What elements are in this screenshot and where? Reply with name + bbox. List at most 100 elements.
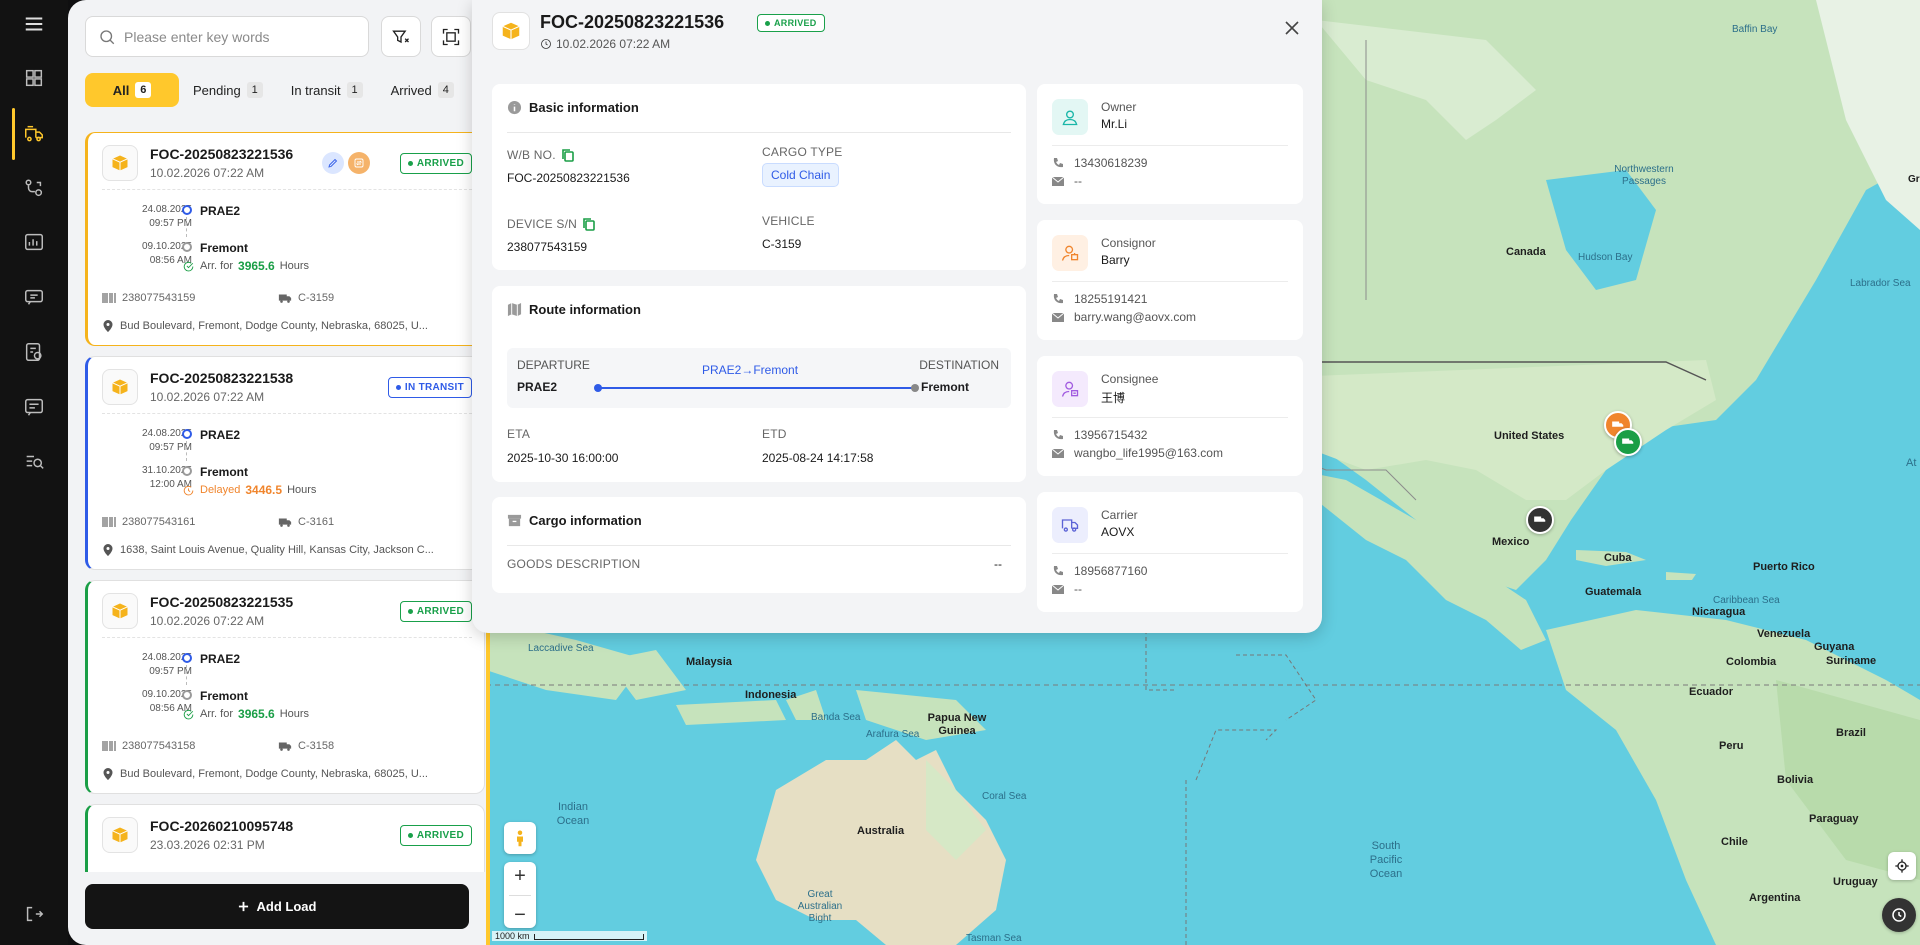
load-card[interactable]: FOC-20260210095748 23.03.2026 02:31 PM A… — [85, 804, 485, 872]
load-card[interactable]: FOC-20250823221538 10.02.2026 07:22 AM I… — [85, 356, 485, 570]
close-button[interactable] — [1282, 18, 1302, 38]
tab-pending[interactable]: Pending 1 — [179, 73, 277, 107]
map-label-labrador-sea: Labrador Sea — [1850, 278, 1911, 289]
map-label-ecuador: Ecuador — [1689, 686, 1734, 698]
status-badge: IN TRANSIT — [387, 377, 472, 398]
map-scale-bar — [533, 933, 644, 940]
tab-count: 1 — [246, 82, 263, 98]
dashboard-icon[interactable] — [14, 58, 54, 98]
departure-dot — [182, 429, 192, 439]
load-id: FOC-20260210095748 — [150, 818, 294, 834]
map-label-indonesia: Indonesia — [745, 689, 797, 701]
history-button[interactable] — [1882, 898, 1916, 932]
copy-icon[interactable] — [561, 148, 574, 162]
message-icon[interactable] — [14, 277, 54, 317]
chart-icon[interactable] — [14, 222, 54, 262]
truck-marker-green[interactable] — [1614, 428, 1642, 456]
address-text: Bud Boulevard, Fremont, Dodge County, Ne… — [120, 768, 428, 780]
goods-description-label: GOODS DESCRIPTION — [507, 557, 641, 571]
copy-icon[interactable] — [583, 217, 595, 231]
vehicle-value: C-3159 — [762, 237, 802, 251]
load-detail-panel: FOC-20250823221536 ARRIVED 10.02.2026 07… — [472, 0, 1322, 633]
filter-button[interactable] — [381, 16, 421, 57]
basic-info-heading: Basic information — [507, 100, 639, 115]
eta-value: 2025-10-30 16:00:00 — [507, 451, 619, 465]
status-tabs: All 6 Pending 1 In transit 1 Arrived 4 — [85, 72, 485, 108]
party-phone-text: 18956877160 — [1074, 564, 1148, 578]
detail-date: 10.02.2026 07:22 AM — [540, 37, 670, 51]
report-icon[interactable] — [14, 387, 54, 427]
map-label-colombia: Colombia — [1726, 656, 1777, 668]
map-label-hudson-bay: Hudson Bay — [1578, 252, 1633, 263]
fullscreen-button[interactable] — [431, 16, 471, 57]
clock-icon — [541, 39, 551, 49]
tab-all[interactable]: All 6 — [85, 73, 179, 107]
plus-icon — [238, 901, 248, 912]
status-badge: ARRIVED — [399, 601, 472, 622]
state-unit: Hours — [279, 708, 310, 720]
loads-panel: All 6 Pending 1 In transit 1 Arrived 4 FOC-2… — [68, 0, 486, 945]
map-label-guatemala: Guatemala — [1585, 586, 1642, 598]
street-view-button[interactable] — [504, 822, 536, 854]
phone-icon — [1053, 294, 1063, 304]
loads-list: FOC-20250823221536 10.02.2026 07:22 AM A… — [85, 132, 485, 872]
consignor-icon — [1052, 235, 1088, 271]
tab-arrived[interactable]: Arrived 4 — [377, 73, 468, 107]
timeline-line — [186, 217, 187, 237]
status-label: ARRIVED — [416, 606, 464, 617]
search-list-icon[interactable] — [14, 442, 54, 482]
departure-place: PRAE2 — [200, 652, 241, 666]
party-email-text: barry.wang@aovx.com — [1074, 310, 1197, 324]
vehicle-meta: C-3159 — [278, 292, 334, 304]
departure-time: 24.08.2025 09:57 PM — [112, 651, 192, 679]
party-email: -- — [1052, 582, 1082, 596]
detail-date-text: 10.02.2026 07:22 AM — [556, 37, 671, 51]
add-load-button[interactable]: Add Load — [85, 884, 469, 929]
destination-label: DESTINATION — [919, 358, 999, 372]
state-label: Arr. for — [200, 260, 234, 272]
departure-time-text: 09:57 PM — [149, 218, 192, 229]
map-label-uruguay: Uruguay — [1833, 876, 1878, 888]
zoom-in-button[interactable]: + — [514, 863, 526, 889]
divider — [102, 637, 472, 638]
tab-count: 6 — [135, 82, 152, 98]
device-sn: 238077543158 — [122, 740, 196, 752]
party-name: 王博 — [1101, 391, 1126, 405]
logout-icon[interactable] — [14, 894, 54, 934]
load-card[interactable]: FOC-20250823221535 10.02.2026 07:22 AM A… — [85, 580, 485, 794]
map-label-united-states: United States — [1494, 430, 1565, 442]
map-icon — [507, 302, 522, 317]
menu-icon[interactable] — [14, 4, 54, 44]
map-scale-label: 1000 km — [495, 931, 530, 941]
location-pin-icon — [103, 544, 113, 556]
arrival-dot — [182, 242, 192, 252]
departure-date-text: 24.08.2025 — [141, 204, 192, 215]
party-role: Carrier — [1101, 508, 1138, 522]
tab-in-transit[interactable]: In transit 1 — [277, 73, 377, 107]
truck-load-icon[interactable] — [12, 108, 56, 160]
state-unit: Hours — [279, 260, 310, 272]
tab-count: 4 — [437, 82, 454, 98]
barcode-icon — [102, 293, 116, 303]
device-sn: 238077543161 — [122, 516, 196, 528]
search-input[interactable] — [124, 28, 356, 45]
zoom-out-button[interactable]: − — [514, 902, 526, 928]
etd-label: ETD — [762, 427, 787, 441]
locate-button[interactable] — [1888, 852, 1916, 880]
map-label-south-pacific: South Pacific Ocean — [1369, 840, 1403, 880]
swap-icon[interactable] — [348, 152, 370, 174]
load-card[interactable]: FOC-20250823221536 10.02.2026 07:22 AM A… — [85, 132, 485, 346]
route-path: PRAE2→Fremont — [702, 363, 799, 377]
search-box[interactable] — [85, 16, 369, 57]
edit-icon[interactable] — [322, 152, 344, 174]
schedule-icon[interactable] — [14, 332, 54, 372]
departure-time-text: 09:57 PM — [149, 666, 192, 677]
route-icon[interactable] — [14, 168, 54, 208]
section-title: Route information — [529, 302, 641, 317]
load-date: 10.02.2026 07:22 AM — [150, 614, 265, 628]
truck-marker-dark[interactable] — [1526, 506, 1554, 534]
state-value: 3446.5 — [245, 483, 283, 497]
departure-time: 24.08.2025 09:57 PM — [112, 427, 192, 455]
divider — [102, 413, 472, 414]
map-label-atlantic: At — [1906, 457, 1917, 469]
